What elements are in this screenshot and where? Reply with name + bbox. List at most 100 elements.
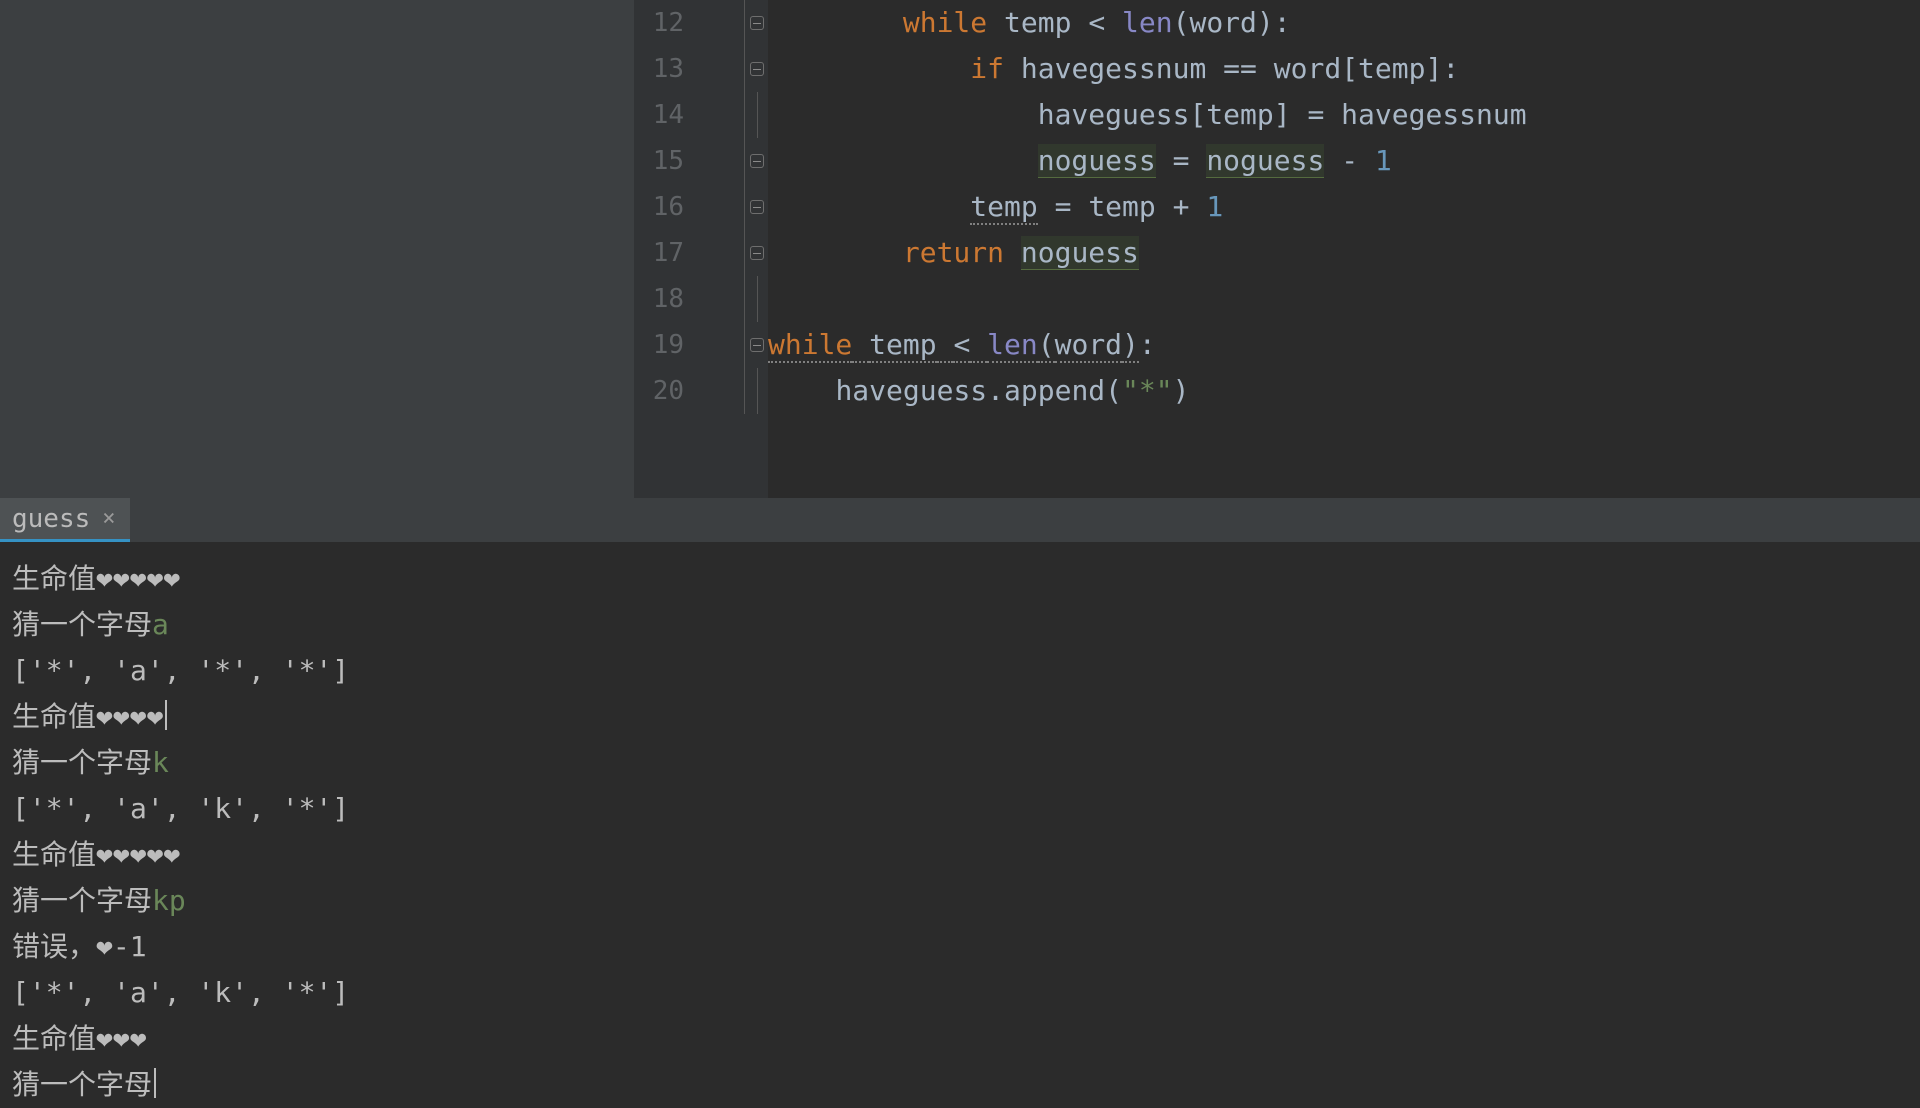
code-token: noguess [1021, 236, 1139, 270]
line-number: 17 [634, 238, 688, 268]
run-tab-guess[interactable]: guess × [0, 498, 130, 542]
code-token [987, 6, 1004, 39]
code-line[interactable]: while temp < len(word): [768, 322, 1920, 368]
editor-gutter[interactable]: 12 13 141516 17 18 19 20 [634, 0, 768, 498]
code-token: while [768, 328, 852, 363]
fold-toggle-icon[interactable] [750, 246, 764, 260]
code-token [1071, 6, 1088, 39]
fold-column[interactable] [744, 230, 768, 276]
code-token [768, 144, 1038, 177]
code-token [1257, 52, 1274, 85]
code-line[interactable]: if havegessnum == word[temp]: [768, 46, 1920, 92]
code-token [768, 98, 1038, 131]
project-tool-window[interactable] [0, 0, 634, 498]
code-token: while [903, 6, 987, 39]
fold-toggle-icon[interactable] [750, 62, 764, 76]
code-token: = [1055, 190, 1072, 223]
code-line[interactable]: while temp < len(word): [768, 0, 1920, 46]
fold-column[interactable] [744, 368, 768, 414]
run-console-output[interactable]: 生命值❤❤❤❤❤猜一个字母a['*', 'a', '*', '*']生命值❤❤❤… [0, 542, 1920, 1108]
run-tab-label: guess [12, 504, 90, 534]
gutter-row[interactable]: 15 [634, 138, 768, 184]
gutter-row[interactable]: 18 [634, 276, 768, 322]
console-line: 生命值❤❤❤❤ [12, 694, 1908, 740]
fold-column[interactable] [744, 46, 768, 92]
console-text: 猜一个字母 [12, 884, 152, 917]
console-text: ['*', 'a', 'k', '*'] [12, 792, 349, 825]
gutter-row[interactable]: 14 [634, 92, 768, 138]
console-line: 猜一个字母k [12, 740, 1908, 786]
code-token: havegessnum [1021, 52, 1206, 85]
code-token: = [1173, 144, 1190, 177]
console-text: 生命值❤❤❤ [12, 1022, 147, 1055]
gutter-row[interactable]: 17 [634, 230, 768, 276]
code-token: : [1442, 52, 1459, 85]
code-token [1156, 144, 1173, 177]
line-number: 13 [634, 54, 688, 84]
console-text: 生命值❤❤❤❤ [12, 700, 163, 733]
code-token: [ [1189, 98, 1206, 131]
code-token [1105, 6, 1122, 39]
code-token [1324, 98, 1341, 131]
console-text: ['*', 'a', 'k', '*'] [12, 976, 349, 1009]
run-tab-bar: guess × [0, 498, 1920, 542]
code-token: word [1189, 6, 1256, 39]
fold-column[interactable] [744, 138, 768, 184]
fold-guide [757, 92, 758, 138]
console-line: ['*', 'a', 'k', '*'] [12, 970, 1908, 1016]
gutter-row[interactable]: 20 [634, 368, 768, 414]
code-token: if [970, 52, 1004, 85]
editor-code-area[interactable]: while temp < len(word): if havegessnum =… [768, 0, 1920, 498]
code-line[interactable]: temp = temp + 1 [768, 184, 1920, 230]
code-token: noguess [1206, 144, 1324, 178]
fold-guide [757, 368, 758, 414]
code-token [1004, 236, 1021, 269]
code-token [1156, 190, 1173, 223]
fold-toggle-icon[interactable] [750, 338, 764, 352]
code-token: haveguess [1038, 98, 1190, 131]
line-number: 19 [634, 330, 688, 360]
code-token: 1 [1206, 190, 1223, 223]
code-token: "*" [1122, 374, 1173, 407]
close-icon[interactable]: × [102, 506, 115, 531]
code-token: : [1274, 6, 1291, 39]
fold-toggle-icon[interactable] [750, 200, 764, 214]
code-token [768, 374, 835, 407]
code-token [852, 328, 869, 363]
console-line: 猜一个字母 [12, 1062, 1908, 1108]
fold-column[interactable] [744, 322, 768, 368]
console-text: 生命值❤❤❤❤❤ [12, 562, 180, 595]
code-token: = [1307, 98, 1324, 131]
run-tool-window: guess × 生命值❤❤❤❤❤猜一个字母a['*', 'a', '*', '*… [0, 498, 1920, 1080]
code-token: append [1004, 374, 1105, 407]
code-token [1358, 144, 1375, 177]
fold-column[interactable] [744, 184, 768, 230]
code-line[interactable] [768, 276, 1920, 322]
code-token: len [987, 328, 1038, 363]
console-line: 错误，❤-1 [12, 924, 1908, 970]
code-token: temp [869, 328, 936, 363]
code-token [970, 328, 987, 363]
code-line[interactable]: haveguess.append("*") [768, 368, 1920, 414]
console-text: 猜一个字母 [12, 608, 152, 641]
code-line[interactable]: noguess = noguess - 1 [768, 138, 1920, 184]
gutter-row[interactable]: 19 [634, 322, 768, 368]
gutter-row[interactable]: 13 [634, 46, 768, 92]
code-token: ) [1173, 374, 1190, 407]
code-line[interactable]: haveguess[temp] = havegessnum [768, 92, 1920, 138]
code-token: . [987, 374, 1004, 407]
fold-column[interactable] [744, 0, 768, 46]
fold-column[interactable] [744, 92, 768, 138]
fold-column[interactable] [744, 276, 768, 322]
fold-toggle-icon[interactable] [750, 16, 764, 30]
console-line: 生命值❤❤❤ [12, 1016, 1908, 1062]
code-token: + [1173, 190, 1190, 223]
gutter-row[interactable]: 16 [634, 184, 768, 230]
code-token: word [1274, 52, 1341, 85]
console-line: ['*', 'a', '*', '*'] [12, 648, 1908, 694]
fold-toggle-icon[interactable] [750, 154, 764, 168]
code-token: 1 [1375, 144, 1392, 177]
gutter-row[interactable]: 12 [634, 0, 768, 46]
code-token: ( [1038, 328, 1055, 363]
code-line[interactable]: return noguess [768, 230, 1920, 276]
